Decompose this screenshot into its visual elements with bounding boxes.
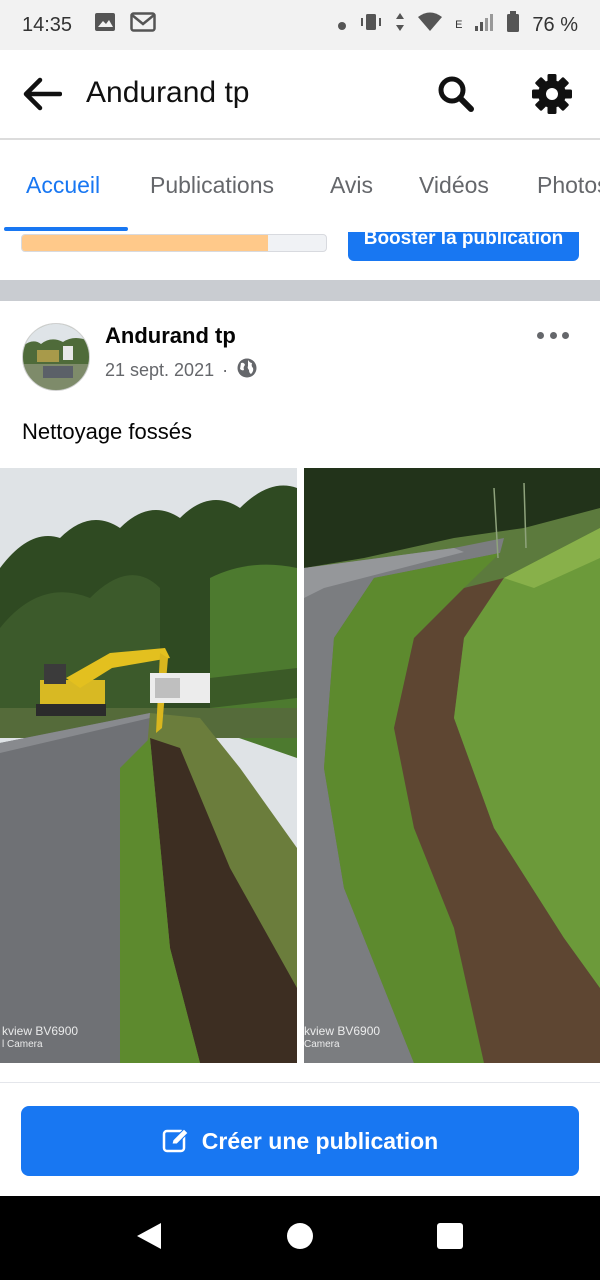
meta-separator: ·: [222, 360, 229, 380]
promo-strip: Booster la publication: [0, 232, 600, 280]
signal-icon: [474, 12, 494, 38]
section-divider: [0, 280, 600, 301]
more-dot: [549, 331, 557, 339]
create-post-button[interactable]: Créer une publication: [21, 1106, 579, 1176]
post-date[interactable]: 21 sept. 2021: [105, 360, 214, 381]
edit-icon: [162, 1127, 190, 1155]
tab-publications[interactable]: Publications: [150, 172, 274, 199]
globe-icon: [236, 357, 258, 384]
back-arrow-icon: [22, 77, 63, 116]
avatar[interactable]: [22, 323, 90, 391]
create-post-label: Créer une publication: [201, 1127, 439, 1154]
post-photo-1[interactable]: kview BV6900 l Camera: [0, 468, 297, 1063]
nav-recents-icon[interactable]: [437, 1223, 463, 1249]
photo-watermark-2: l Camera: [2, 1039, 43, 1050]
dot-icon: [337, 14, 347, 37]
app-bar: Andurand tp: [0, 50, 600, 140]
tab-avis[interactable]: Avis: [330, 172, 373, 199]
progress-bar: [21, 234, 327, 252]
post-author[interactable]: Andurand tp: [105, 323, 236, 349]
gear-icon: [531, 73, 573, 120]
photo-watermark-4: Camera: [304, 1039, 340, 1050]
status-time: 14:35: [22, 13, 73, 36]
progress-fill: [22, 235, 269, 251]
tab-photos[interactable]: Photos: [537, 172, 600, 199]
tab-videos[interactable]: Vidéos: [419, 172, 489, 199]
search-icon: [437, 75, 475, 118]
photo-watermark-1: kview BV6900: [2, 1024, 79, 1038]
more-dot: [537, 331, 544, 339]
post-meta: 21 sept. 2021 ·: [105, 357, 258, 384]
battery-icon: [506, 11, 520, 39]
more-options-button[interactable]: [532, 321, 574, 349]
photo-watermark-3: kview BV6900: [304, 1024, 381, 1038]
settings-button[interactable]: [527, 72, 577, 120]
data-arrows-icon: [395, 12, 405, 38]
post-text: Nettoyage fossés: [22, 419, 192, 444]
back-button[interactable]: [18, 74, 66, 118]
page-title: Andurand tp: [86, 76, 250, 109]
create-post-area: Créer une publication: [0, 1082, 600, 1196]
boost-button[interactable]: Booster la publication: [348, 232, 579, 261]
nav-home-icon[interactable]: [287, 1223, 313, 1249]
nav-back-icon[interactable]: [135, 1221, 163, 1256]
network-type: E: [455, 19, 463, 31]
gmail-icon: [130, 12, 156, 38]
status-bar: 14:35 E 76 %: [0, 0, 600, 50]
wifi-icon: [417, 12, 443, 38]
tab-bar: Accueil Publications Avis Vidéos Photos: [0, 140, 600, 232]
search-button[interactable]: [432, 72, 480, 120]
tab-indicator: [4, 227, 128, 231]
image-icon: [94, 12, 116, 38]
tab-accueil[interactable]: Accueil: [26, 172, 100, 199]
more-dot: [562, 331, 569, 339]
system-nav-bar: [0, 1196, 600, 1280]
post-card: Andurand tp 21 sept. 2021 · Nettoyage fo…: [0, 301, 600, 1081]
status-right: E 76 %: [337, 0, 578, 50]
post-photo-2[interactable]: kview BV6900 Camera: [304, 468, 600, 1063]
battery-level: 76 %: [532, 13, 578, 36]
vibrate-icon: [359, 12, 383, 38]
